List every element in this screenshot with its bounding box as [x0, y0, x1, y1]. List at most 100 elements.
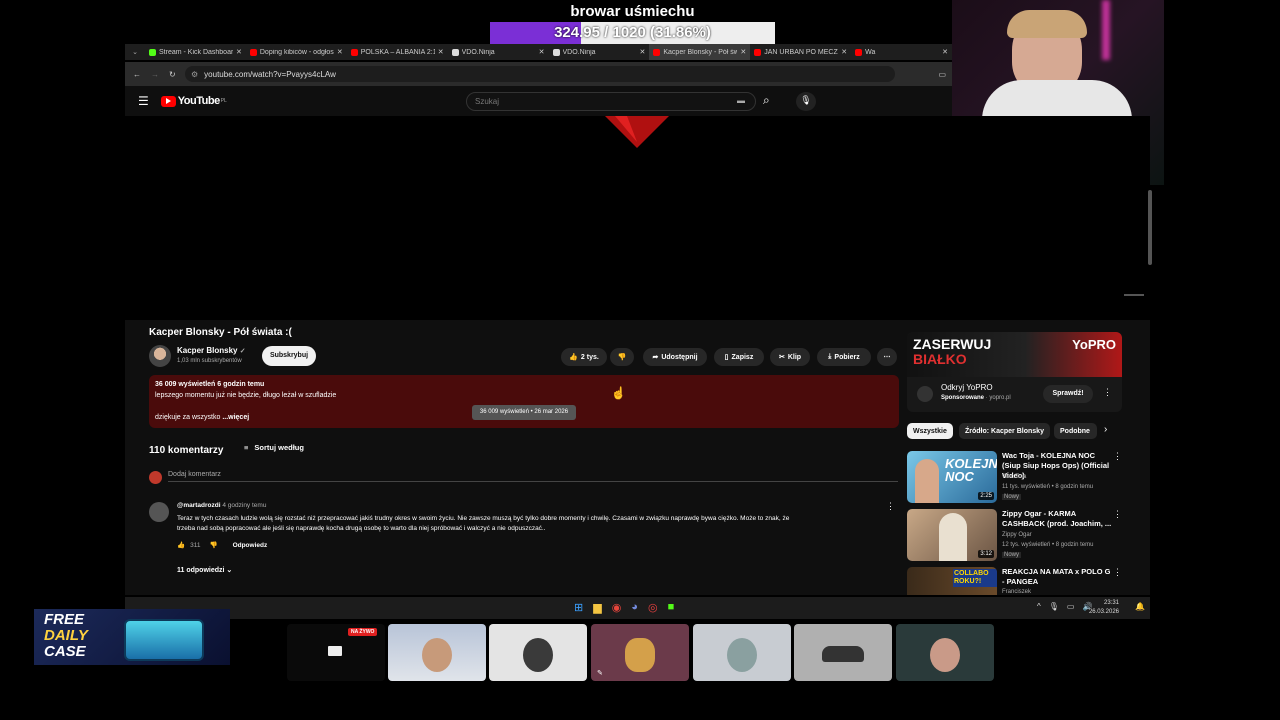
filter-chip-source[interactable]: Źródło: Kacper Blonsky [959, 423, 1050, 439]
tab-close-icon[interactable]: ✕ [942, 48, 948, 56]
clock-time: 23:31 [1103, 600, 1119, 606]
ad-avatar [917, 386, 933, 402]
show-more-link[interactable]: ...więcej [222, 414, 249, 421]
filter-chip-similar[interactable]: Podobne [1054, 423, 1097, 439]
browser-tab[interactable]: POLSKA – ALBANIA 2:1 ✕ [347, 44, 448, 60]
browser-tab[interactable]: Doping kibiców - odgłos ✕ [246, 44, 347, 60]
dislike-button[interactable]: 👎 [610, 348, 634, 366]
comment-like-icon[interactable]: 👍 [177, 541, 185, 549]
browser-tab[interactable]: Stream - Kick Dashboard ✕ [145, 44, 246, 60]
save-button[interactable]: ▯ Zapisz [714, 348, 764, 366]
views-tooltip: 36 009 wyświetleń • 26 mar 2026 [472, 405, 576, 420]
video-duration: 2:25 [978, 492, 994, 500]
obs-icon[interactable]: ◎ [648, 601, 658, 614]
comment-author[interactable]: @martadrozdi [177, 502, 221, 509]
comment-header: @martadrozdi 4 godziny temu [177, 502, 266, 509]
participant-tile[interactable] [489, 624, 587, 681]
tray-chevron-up-icon[interactable]: ^ [1037, 602, 1041, 611]
ad-banner[interactable]: ZASERWUJ BIAŁKO YoPRO [907, 332, 1122, 377]
page-scrollbar[interactable] [1148, 190, 1152, 265]
tab-close-icon[interactable]: ✕ [740, 48, 746, 56]
description-line-2: dziękuje za wszystko ...więcej [155, 414, 249, 421]
recommended-video[interactable]: 3:12 Zippy Ogar - KARMA CASHBACK (prod. … [907, 509, 1147, 561]
browser-tab[interactable]: VDO.Ninja ✕ [448, 44, 549, 60]
video-thumbnail[interactable]: KOLEJNA NOC 2:25 [907, 451, 997, 503]
participant-tile[interactable] [896, 624, 994, 681]
tab-close-icon[interactable]: ✕ [337, 48, 343, 56]
browser-tab[interactable]: VDO.Ninja ✕ [549, 44, 650, 60]
channel-name[interactable]: Kacper Blonsky [177, 346, 237, 355]
sort-comments-button[interactable]: ≡ Sortuj według [244, 443, 304, 452]
tab-close-icon[interactable]: ✕ [841, 48, 847, 56]
channel-avatar[interactable] [149, 345, 171, 367]
browser-tab[interactable]: JAN URBAN PO MECZU ✕ [750, 44, 851, 60]
chevron-right-icon[interactable]: › [1104, 424, 1107, 435]
subscribe-button[interactable]: Subskrybuj [262, 346, 316, 366]
comment-author-avatar[interactable] [149, 502, 169, 522]
share-button[interactable]: ➦ Udostępnij [643, 348, 707, 366]
menu-icon[interactable]: ☰ [138, 94, 149, 108]
participant-tile[interactable] [794, 624, 892, 681]
video-menu-icon[interactable]: ⋮ [1113, 567, 1122, 578]
tab-close-icon[interactable]: ✕ [236, 48, 242, 56]
file-explorer-icon[interactable]: ▆ [593, 601, 601, 614]
video-menu-icon[interactable]: ⋮ [1113, 509, 1122, 520]
kick-icon[interactable]: ■ [668, 601, 675, 614]
site-info-icon[interactable]: ⚙ [191, 70, 198, 79]
clip-button[interactable]: ✂ Klip [770, 348, 810, 366]
sponsored-ad[interactable]: ZASERWUJ BIAŁKO YoPRO Odkryj YoPRO Sponso… [907, 332, 1122, 412]
video-thumbnail[interactable]: 3:12 [907, 509, 997, 561]
ad-more-icon[interactable]: ⋮ [1103, 387, 1112, 398]
new-badge: Nowy [1002, 552, 1022, 558]
ad-cta-button[interactable]: Sprawdź! [1043, 385, 1093, 403]
video-thumbnail[interactable]: COLLABO ROKU?! [907, 567, 997, 595]
windows-start-icon[interactable]: ⊞ [574, 601, 583, 614]
discord-icon[interactable]: ◕ [631, 601, 638, 614]
tab-close-icon[interactable]: ✕ [539, 48, 545, 56]
tab-close-icon[interactable]: ✕ [438, 48, 444, 56]
tab-list-icon[interactable]: ⌄ [125, 44, 145, 60]
reply-button[interactable]: Odpowiedz [233, 542, 268, 549]
video-title-link[interactable]: REAKCJA NA MATA x POLO G - PANGEA [1002, 567, 1114, 587]
recommended-video[interactable]: KOLEJNA NOC 2:25 Wac Toja - KOLEJNA NOC … [907, 451, 1147, 503]
comment-dislike-icon[interactable]: 👎 [209, 541, 217, 549]
search-icon[interactable]: ⌕ [763, 93, 770, 108]
microphone-icon[interactable]: 🎙 [1049, 602, 1059, 611]
video-description[interactable]: 36 009 wyświetleń 6 godzin temu lepszego… [149, 375, 899, 428]
participant-tile[interactable] [693, 624, 791, 681]
video-title-link[interactable]: Zippy Ogar - KARMA CASHBACK (prod. Joach… [1002, 509, 1114, 529]
add-comment-input[interactable]: Dodaj komentarz [168, 468, 898, 482]
download-button[interactable]: ⤓ Pobierz [817, 348, 871, 366]
participant-tile-screen[interactable]: NA ŻYWO [287, 624, 385, 681]
forward-icon[interactable]: → [151, 70, 163, 79]
promo-line: DAILY [44, 627, 88, 644]
search-input[interactable]: Szukaj [466, 92, 756, 111]
browser-tab[interactable]: Wa ✕ [851, 44, 952, 60]
tab-close-icon[interactable]: ✕ [640, 48, 646, 56]
clock[interactable]: 23:31 26.03.2026 [1083, 599, 1119, 617]
video-player[interactable] [125, 116, 1150, 320]
show-replies-button[interactable]: 11 odpowiedzi ⌄ [177, 566, 232, 574]
more-actions-button[interactable]: ⋯ [877, 348, 897, 366]
comment-actions: 👍 311 👎 Odpowiedz [177, 541, 268, 550]
network-icon[interactable]: ▭ [1067, 602, 1075, 611]
like-button[interactable]: 👍 2 tys. [561, 348, 607, 366]
chrome-icon[interactable]: ◉ [612, 601, 622, 614]
filter-chip-all[interactable]: Wszystkie [907, 423, 953, 439]
youtube-logo[interactable]: YouTube PL [160, 95, 227, 107]
keyboard-icon[interactable]: ▬ [737, 96, 745, 105]
comment-more-icon[interactable]: ⋮ [886, 501, 895, 512]
back-icon[interactable]: ← [133, 70, 145, 79]
url-field[interactable]: ⚙ youtube.com/watch?v=Pvayys4cLAw [185, 66, 895, 82]
notification-icon[interactable]: 🔔 [1135, 602, 1145, 611]
reload-icon[interactable]: ↻ [169, 70, 181, 79]
ad-brand-logo: YoPRO [1072, 337, 1116, 352]
participant-tile[interactable] [388, 624, 486, 681]
browser-tab[interactable]: Kacper Blonsky - Pół świa ✕ [649, 44, 751, 60]
recommended-video[interactable]: COLLABO ROKU?! REAKCJA NA MATA x POLO G … [907, 567, 1147, 595]
voice-search-icon[interactable]: 🎙 [796, 92, 816, 111]
video-menu-icon[interactable]: ⋮ [1113, 451, 1122, 462]
participant-tile[interactable]: ✎ [591, 624, 689, 681]
cast-icon[interactable]: ▭ [938, 70, 946, 79]
tab-title: Wa [865, 48, 876, 56]
